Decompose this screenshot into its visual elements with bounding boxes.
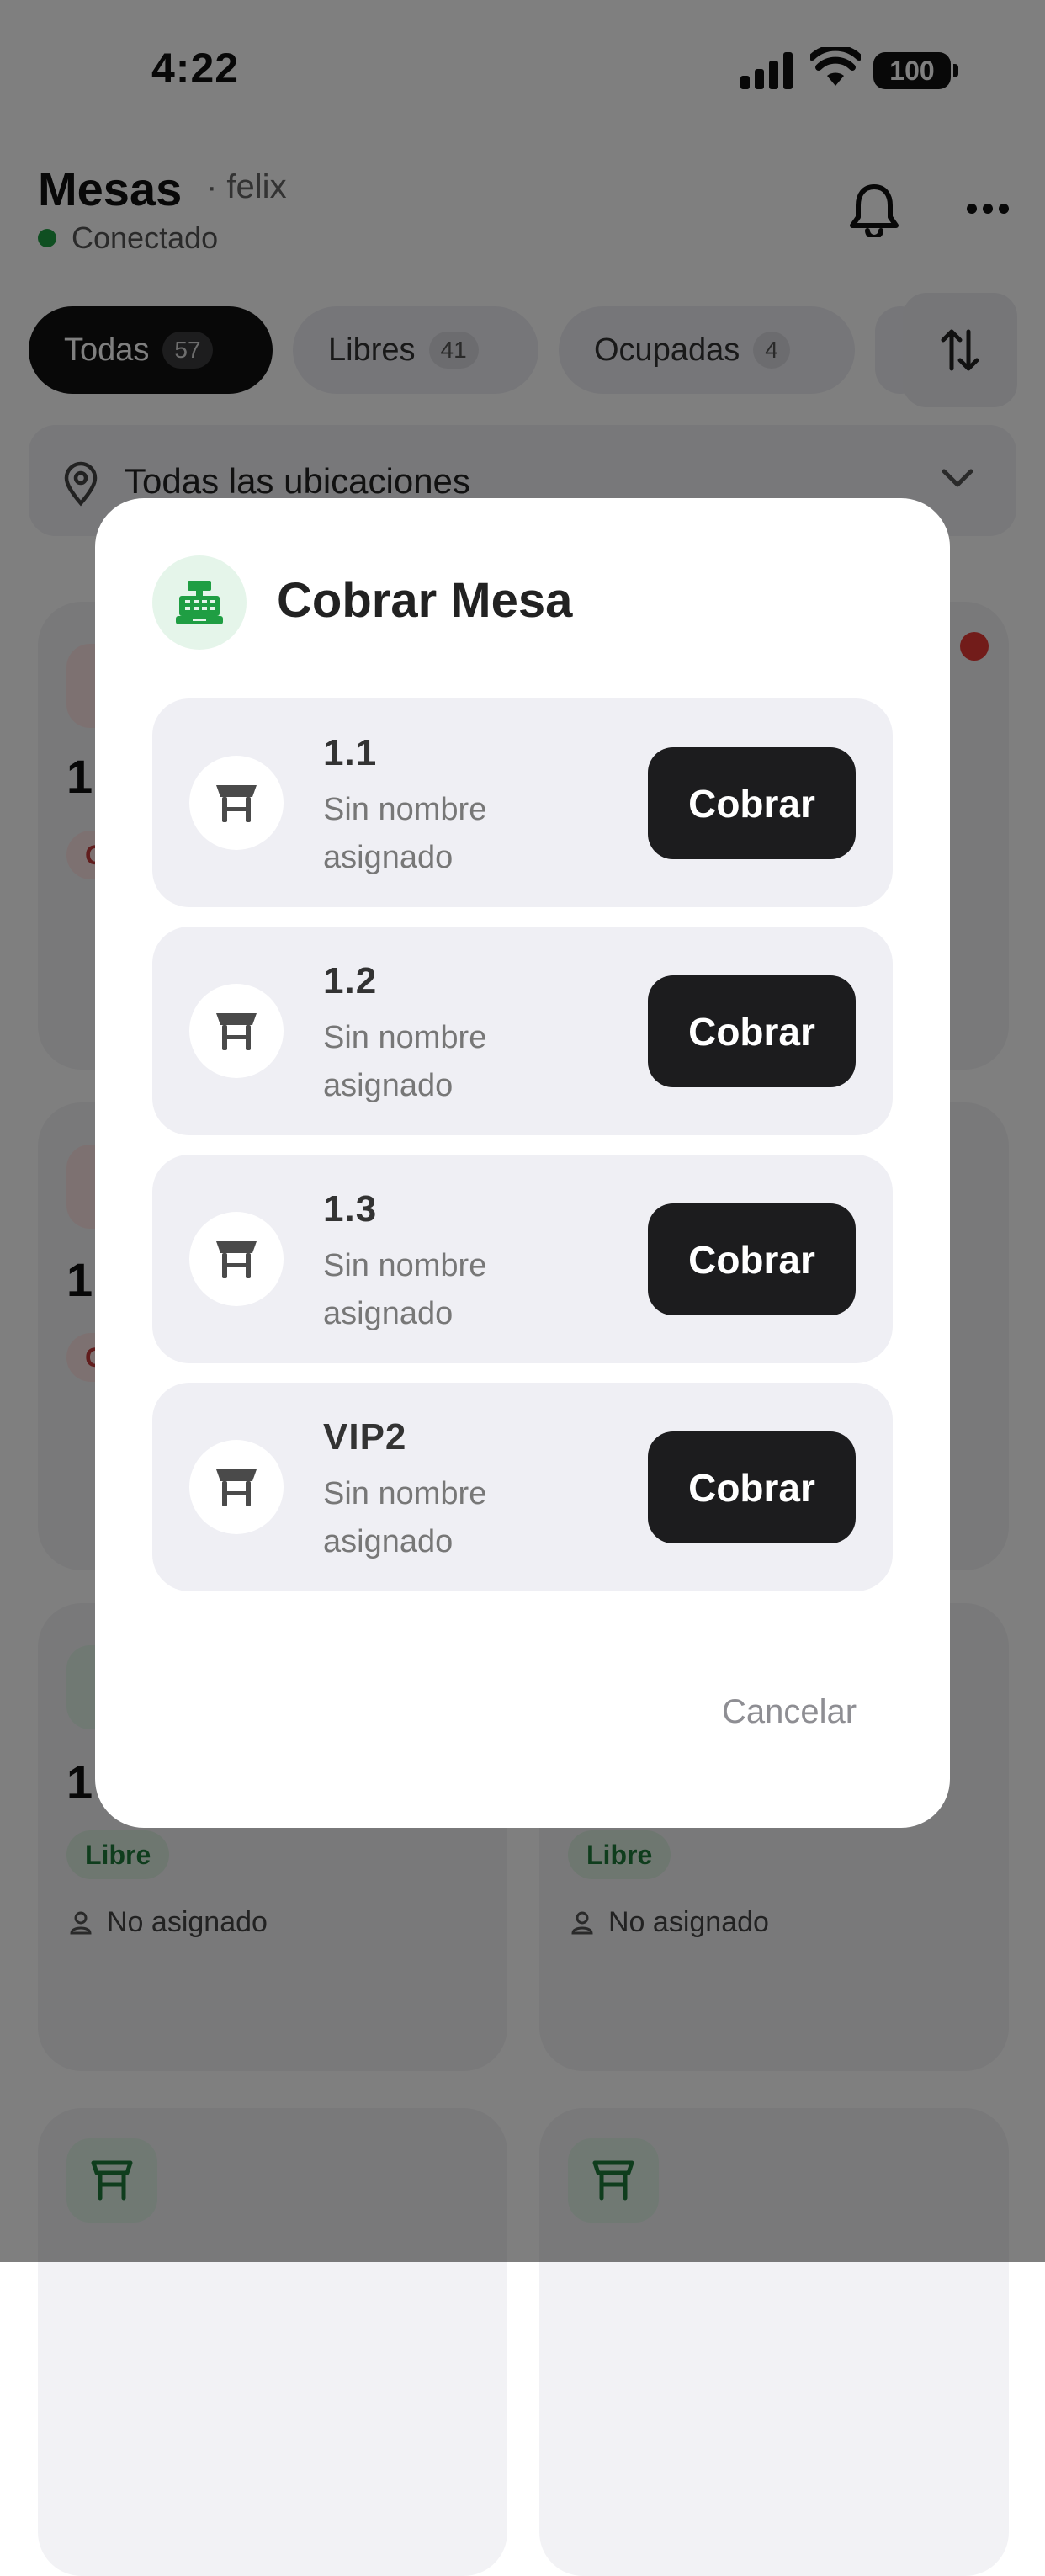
table-icon <box>216 785 257 822</box>
table-subtitle: Sin nombre asignado <box>323 1476 487 1559</box>
table-row: 1.3 Sin nombre asignado Cobrar <box>152 1155 893 1363</box>
table-icon-circle <box>189 756 284 850</box>
table-subtitle: Sin nombre asignado <box>323 792 487 875</box>
modal-title: Cobrar Mesa <box>277 573 573 628</box>
cobrar-mesa-dialog: Cobrar Mesa 1.1 Sin nombre asignado Cobr… <box>95 498 950 1828</box>
table-icon <box>216 1469 257 1506</box>
cobrar-button[interactable]: Cobrar <box>648 1431 856 1543</box>
cash-register-icon <box>176 581 223 624</box>
table-name: 1.1 <box>323 732 378 773</box>
table-name: 1.2 <box>323 960 378 1001</box>
table-icon-circle <box>189 1440 284 1534</box>
table-subtitle: Sin nombre asignado <box>323 1248 487 1331</box>
cobrar-button[interactable]: Cobrar <box>648 975 856 1087</box>
table-icon-circle <box>189 984 284 1078</box>
table-name: 1.3 <box>323 1188 378 1230</box>
cancel-button[interactable]: Cancelar <box>722 1693 857 1731</box>
table-row: 1.2 Sin nombre asignado Cobrar <box>152 927 893 1135</box>
cobrar-button[interactable]: Cobrar <box>648 747 856 859</box>
table-icon-circle <box>189 1212 284 1306</box>
modal-icon-circle <box>152 555 247 650</box>
cobrar-button[interactable]: Cobrar <box>648 1203 856 1315</box>
table-row: VIP2 Sin nombre asignado Cobrar <box>152 1383 893 1591</box>
table-icon <box>216 1013 257 1050</box>
table-name: VIP2 <box>323 1416 407 1458</box>
table-row: 1.1 Sin nombre asignado Cobrar <box>152 698 893 907</box>
table-subtitle: Sin nombre asignado <box>323 1020 487 1103</box>
table-icon <box>216 1241 257 1278</box>
